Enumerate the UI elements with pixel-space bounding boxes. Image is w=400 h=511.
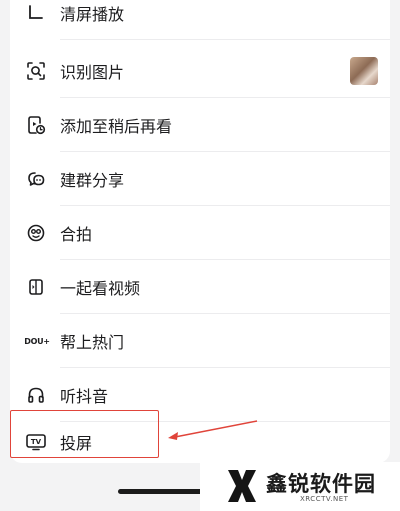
cast-highlight-box [10, 410, 159, 458]
menu-item-scan-image[interactable]: 识别图片 [10, 44, 390, 98]
menu-item-label: 听抖音 [60, 387, 109, 406]
group-share-icon [25, 168, 47, 190]
menu-item-watch-later[interactable]: 添加至稍后再看 [10, 98, 390, 152]
menu-item-label: 建群分享 [60, 171, 125, 190]
doujia-icon: DOU+ [22, 330, 52, 352]
watermark: 鑫锐软件园 XRCCTV.NET [200, 462, 400, 511]
menu-item-label: 添加至稍后再看 [60, 117, 173, 136]
menu-item-watch-together[interactable]: 一起看视频 [10, 260, 390, 314]
watch-together-icon [25, 276, 47, 298]
menu-item-clear-screen[interactable]: 清屏播放 [10, 0, 390, 40]
headphones-icon [25, 384, 47, 406]
watermark-logo [228, 470, 256, 502]
menu-item-promote[interactable]: DOU+ 帮上热门 [10, 314, 390, 368]
menu-item-label: 帮上热门 [60, 333, 125, 352]
doujia-icon-text: DOU+ [24, 336, 50, 346]
menu-item-label: 一起看视频 [60, 279, 141, 298]
watermark-name: 鑫锐软件园 [266, 472, 376, 496]
watch-later-icon [25, 114, 47, 136]
menu-item-label: 识别图片 [60, 63, 125, 82]
divider [60, 39, 390, 40]
menu-item-label: 合拍 [60, 225, 93, 244]
scan-image-icon [25, 60, 47, 82]
image-thumbnail [350, 57, 378, 85]
watermark-url: XRCCTV.NET [300, 495, 349, 503]
more-options-sheet: 清屏播放 识别图片 添加至稍后再看 建群分享 合拍 一起看视频 DOU+ 帮上热… [10, 0, 390, 463]
menu-item-duet[interactable]: 合拍 [10, 206, 390, 260]
clear-screen-icon [25, 2, 47, 24]
menu-item-label: 清屏播放 [60, 5, 125, 24]
menu-item-group-share[interactable]: 建群分享 [10, 152, 390, 206]
duet-icon [25, 222, 47, 244]
